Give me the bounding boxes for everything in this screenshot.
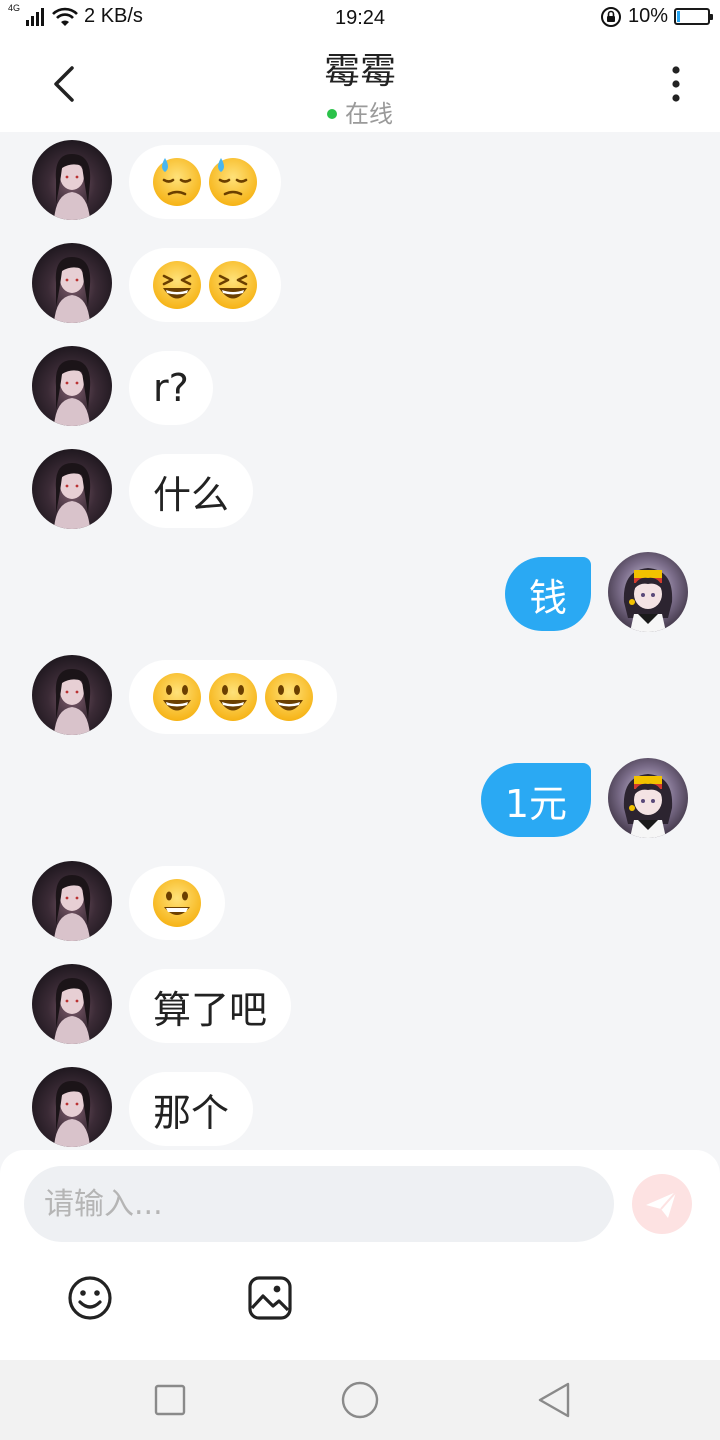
emoji-row — [151, 877, 203, 929]
system-nav-bar — [0, 1360, 720, 1440]
message-text: r? — [153, 366, 189, 410]
more-options-button[interactable] — [656, 62, 696, 106]
received-message — [0, 655, 720, 735]
status-right: 10% — [600, 5, 713, 28]
composer — [0, 1150, 720, 1360]
more-vertical-icon — [672, 66, 680, 102]
message-bubble[interactable]: 什么 — [129, 454, 254, 528]
circle-icon — [341, 1381, 379, 1419]
sent-message: 1元 — [0, 758, 720, 838]
message-list[interactable]: r? 什么钱 1元算了吧那个 — [0, 132, 720, 1148]
my-avatar[interactable] — [608, 552, 688, 632]
message-input[interactable] — [24, 1166, 614, 1242]
contact-status: 在线 — [0, 94, 720, 129]
message-bubble[interactable]: 算了吧 — [129, 969, 292, 1043]
chat-header: 霉霉 在线 — [0, 36, 720, 132]
rotation-lock-icon — [600, 6, 621, 27]
image-button[interactable] — [246, 1274, 294, 1322]
received-message — [0, 861, 720, 941]
home-button[interactable] — [340, 1380, 380, 1420]
square-icon — [154, 1384, 186, 1416]
message-text: 1元 — [504, 781, 567, 826]
emoji-row — [151, 671, 315, 723]
contact-avatar[interactable] — [32, 1067, 112, 1147]
contact-avatar[interactable] — [32, 140, 112, 220]
contact-avatar[interactable] — [32, 861, 112, 941]
laugh-emoji — [153, 261, 201, 309]
contact-name: 霉霉 — [323, 51, 396, 92]
received-message — [0, 140, 720, 220]
emoji-row — [151, 156, 259, 208]
battery-level — [677, 11, 680, 22]
received-message: 那个 — [0, 1067, 720, 1147]
grin-emoji — [153, 879, 201, 927]
contact-avatar[interactable] — [32, 655, 112, 735]
laugh-emoji — [209, 261, 257, 309]
emoji-row — [151, 259, 259, 311]
recents-button[interactable] — [150, 1380, 190, 1420]
message-bubble[interactable]: 那个 — [129, 1072, 254, 1146]
my-avatar[interactable] — [608, 758, 688, 838]
message-bubble[interactable]: 钱 — [504, 557, 591, 631]
sweat-emoji — [209, 158, 257, 206]
back-nav-button[interactable] — [534, 1380, 574, 1420]
message-bubble[interactable] — [129, 248, 281, 322]
contact-avatar[interactable] — [32, 243, 112, 323]
emoji-icon — [68, 1276, 112, 1320]
message-bubble[interactable] — [129, 145, 281, 219]
status-bar: 4G 2 KB/s 19:24 10% — [0, 0, 720, 36]
message-bubble[interactable]: 1元 — [480, 763, 591, 837]
online-dot-icon — [327, 109, 337, 119]
send-button[interactable] — [632, 1174, 692, 1234]
message-text: 算了吧 — [153, 987, 268, 1032]
image-icon — [248, 1276, 292, 1320]
smiley-emoji — [265, 673, 313, 721]
message-text: 钱 — [528, 575, 567, 620]
smiley-emoji — [153, 673, 201, 721]
contact-avatar[interactable] — [32, 449, 112, 529]
sweat-emoji — [153, 158, 201, 206]
message-bubble[interactable] — [129, 866, 225, 940]
received-message: 算了吧 — [0, 964, 720, 1044]
message-bubble[interactable] — [129, 660, 337, 734]
emoji-button[interactable] — [66, 1274, 114, 1322]
message-bubble[interactable]: r? — [129, 351, 213, 425]
smiley-emoji — [209, 673, 257, 721]
sent-message: 钱 — [0, 552, 720, 632]
send-icon — [646, 1191, 677, 1218]
message-text: 什么 — [153, 472, 230, 517]
contact-avatar[interactable] — [32, 964, 112, 1044]
received-message: r? — [0, 346, 720, 426]
battery-percent: 10% — [627, 5, 668, 27]
triangle-back-icon — [538, 1382, 570, 1418]
online-status-text: 在线 — [345, 100, 393, 128]
received-message: 什么 — [0, 449, 720, 529]
received-message — [0, 243, 720, 323]
contact-avatar[interactable] — [32, 346, 112, 426]
battery-icon — [674, 8, 713, 25]
message-text: 那个 — [153, 1090, 230, 1135]
